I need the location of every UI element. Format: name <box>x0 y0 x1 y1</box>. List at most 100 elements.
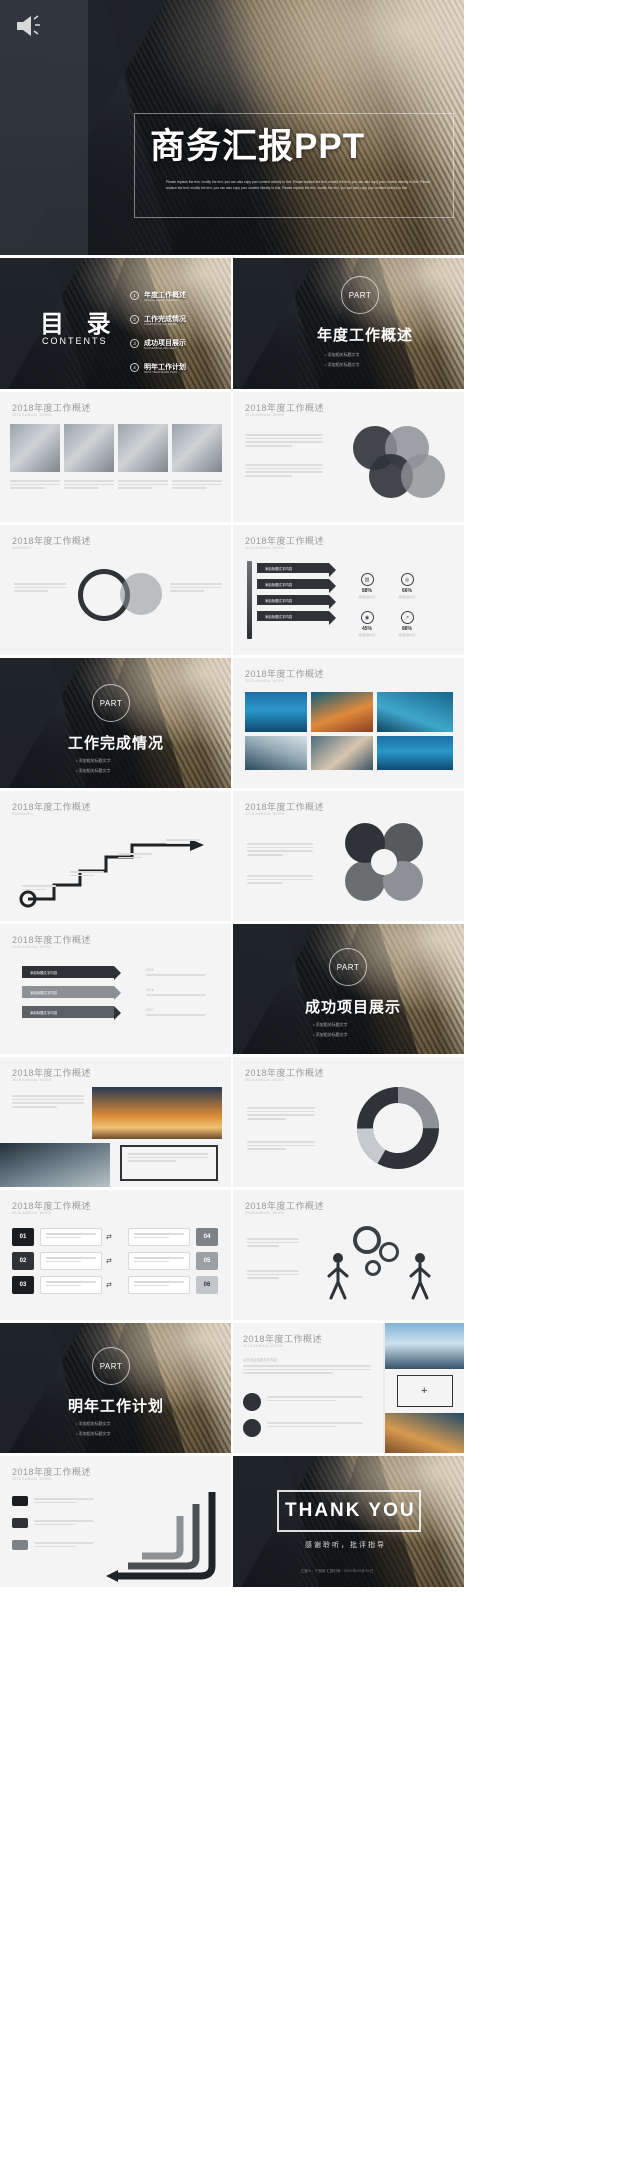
slide-zigzag-steps[interactable]: 2018年度工作概述 SUMMARY <box>0 791 231 922</box>
person-icon <box>409 1253 431 1300</box>
slide-icon-list[interactable]: 2018年度工作概述 2018 ANNUAL WORK 点击添加标题文字内容 <box>233 1323 383 1454</box>
compare-index-right: 06 <box>196 1276 218 1294</box>
slide-subtitle: 2018 ANNUAL WORK <box>12 1078 52 1082</box>
plus-icon[interactable]: + <box>421 1386 427 1397</box>
list-row[interactable]: 添加标题文字内容 <box>257 579 336 593</box>
year-label: 2015 <box>146 968 154 972</box>
section-note: 点击添加标题文字内容 <box>243 1358 277 1362</box>
slide-curved-arrows[interactable]: 2018年度工作概述 2018 ANNUAL WORK <box>0 1456 231 1587</box>
photo <box>172 424 222 472</box>
list-row[interactable]: 添加标题文字内容 <box>257 563 336 577</box>
slide-donut-chart[interactable]: 2018年度工作概述 2018 ANNUAL WORK <box>233 1057 464 1188</box>
kpi-label: 添加标题文字 <box>358 633 376 637</box>
slide-part-02[interactable]: PART 工作完成情况 • 添加相关标题文字 • 添加相关标题文字 <box>0 658 231 789</box>
clock-icon <box>243 1419 261 1437</box>
banner-row[interactable]: 添加标题文字内容 <box>22 986 121 1000</box>
cover-title: 商务汇报PPT <box>150 127 366 166</box>
slide-cycle-arrows[interactable]: 2018年度工作概述 SUMMARY <box>0 525 231 656</box>
slide-thank-you[interactable]: THANK YOU 感谢聆听，批评指导 汇报人：千图网 汇报时间：20XX年XX… <box>233 1456 464 1587</box>
list-row[interactable]: 添加标题文字内容 <box>257 611 336 625</box>
slide-part-01[interactable]: PART 年度工作概述 • 添加相关标题文字 • 添加相关标题文字 <box>233 258 464 389</box>
list-row[interactable]: 添加标题文字内容 <box>257 595 336 609</box>
slide-team-photos[interactable]: 2018年度工作概述 2018 ANNUAL WORK <box>0 392 231 523</box>
tower-background <box>233 924 464 1055</box>
pen-icon <box>247 561 252 639</box>
body-block <box>146 974 206 978</box>
banner-row[interactable]: 添加标题文字内容 <box>22 966 121 980</box>
part-bullet-2: 添加相关标题文字 <box>315 1031 348 1037</box>
curved-arrows <box>106 1492 216 1582</box>
kpi-value: 45% <box>361 626 372 632</box>
speaker-icon[interactable] <box>14 13 46 39</box>
slide-part-03[interactable]: PART 成功项目展示 • 添加相关标题文字 • 添加相关标题文字 <box>233 924 464 1055</box>
part-badge: PART <box>341 276 379 314</box>
slide-gears-people[interactable]: 2018年度工作概述 2018 ANNUAL WORK <box>233 1190 464 1321</box>
photo <box>385 1413 464 1454</box>
toc-label-en: COMPLETION OF WORK <box>144 322 177 326</box>
slide-part-04[interactable]: PART 明年工作计划 • 添加相关标题文字 • 添加相关标题文字 <box>0 1323 231 1454</box>
thanks-title: THANK YOU <box>285 1500 416 1521</box>
list-row-label: 添加标题文字内容 <box>265 614 293 619</box>
body-block <box>146 994 206 998</box>
slide-image-grid[interactable]: 2018年度工作概述 2018 ANNUAL WORK <box>233 658 464 789</box>
slide-pinwheel[interactable]: 2018年度工作概述 2018 ANNUAL WORK <box>233 791 464 922</box>
part-bullet-1: 添加相关标题文字 <box>315 1022 348 1027</box>
part-bullet-1: 添加相关标题文字 <box>78 1421 111 1426</box>
body-block <box>170 583 222 594</box>
cycle-ring-outer <box>120 573 162 615</box>
step-caption <box>70 871 104 878</box>
body-block <box>245 464 323 479</box>
body-block <box>34 1498 94 1505</box>
body-block <box>247 1270 299 1281</box>
slide-photo-collage[interactable]: 2018年度工作概述 2018 ANNUAL WORK <box>0 1057 231 1188</box>
part-bullets: • 添加相关标题文字 • 添加相关标题文字 <box>313 1022 348 1037</box>
year-label: 2017 <box>146 1008 154 1012</box>
growth-icon: ↗ <box>400 611 414 624</box>
right-padding <box>464 0 640 2163</box>
tower-background <box>0 1323 231 1454</box>
step-caption <box>166 839 200 846</box>
slide-subtitle: 2018 ANNUAL WORK <box>12 1211 52 1215</box>
gear-icon <box>353 1226 381 1254</box>
part-title: 成功项目展示 <box>305 999 402 1016</box>
chart-icon: ▥ <box>360 573 374 586</box>
kpi-label: 添加标题文字 <box>358 595 376 599</box>
exchange-icon: ⇄ <box>106 1282 112 1289</box>
kpi-label: 添加标题文字 <box>398 595 416 599</box>
slide-contents[interactable]: 目 录 CONTENTS 1 年度工作概述 ANNUAL WORK SUMMAR… <box>0 258 231 389</box>
compare-index-left: 03 <box>12 1276 34 1294</box>
slide-photo-strip[interactable]: + <box>385 1323 464 1454</box>
slide-venn-circles[interactable]: 2018年度工作概述 2018 ANNUAL WORK <box>233 392 464 523</box>
slide-pen-list[interactable]: 2018年度工作概述 2018 ANNUAL WORK 添加标题文字内容 添加标… <box>233 525 464 656</box>
part-bullets: • 添加相关标题文字 • 添加相关标题文字 <box>325 352 360 367</box>
donut-chart <box>357 1087 439 1169</box>
toc-number: 1 <box>130 291 139 300</box>
compare-index-right: 05 <box>196 1252 218 1270</box>
kpi-label: 添加标题文字 <box>398 633 416 637</box>
pen-bubble-icon <box>243 1393 261 1411</box>
slide-cover[interactable]: 商务汇报PPT Please replace the text, modify … <box>0 0 464 255</box>
slide-subtitle: 2018 ANNUAL WORK <box>245 812 285 816</box>
kpi: ▥ 88% 添加标题文字 <box>351 573 383 599</box>
slide-subtitle: 2018 ANNUAL WORK <box>12 1477 52 1481</box>
photo <box>245 692 307 732</box>
list-row-label: 添加标题文字内容 <box>265 566 293 571</box>
part-title: 年度工作概述 <box>317 327 414 344</box>
slide-subtitle: 2018 ANNUAL WORK <box>245 413 285 417</box>
thanks-subtitle: 感谢聆听，批评指导 <box>305 1542 386 1549</box>
part-bullets: • 添加相关标题文字 • 添加相关标题文字 <box>76 758 111 773</box>
part-title: 明年工作计划 <box>68 1398 165 1415</box>
slide-banner-arrows[interactable]: 2018年度工作概述 2018 ANNUAL WORK 添加标题文字内容 添加标… <box>0 924 231 1055</box>
compare-index-left: 01 <box>12 1228 34 1246</box>
slide-compare-table[interactable]: 2018年度工作概述 2018 ANNUAL WORK 01 ⇄ 04 02 ⇄… <box>0 1190 231 1321</box>
body-block <box>128 1153 208 1164</box>
body-block <box>247 1141 315 1152</box>
slide-subtitle: 2018 ANNUAL WORK <box>243 1344 283 1348</box>
body-block <box>267 1422 363 1429</box>
slide-subtitle: SUMMARY <box>12 546 33 550</box>
bulb-icon: ◎ <box>400 573 414 586</box>
toc-number: 2 <box>130 315 139 324</box>
grid-seam <box>231 255 233 1595</box>
banner-label: 添加标题文字内容 <box>30 1010 58 1015</box>
banner-row[interactable]: 添加标题文字内容 <box>22 1006 121 1020</box>
